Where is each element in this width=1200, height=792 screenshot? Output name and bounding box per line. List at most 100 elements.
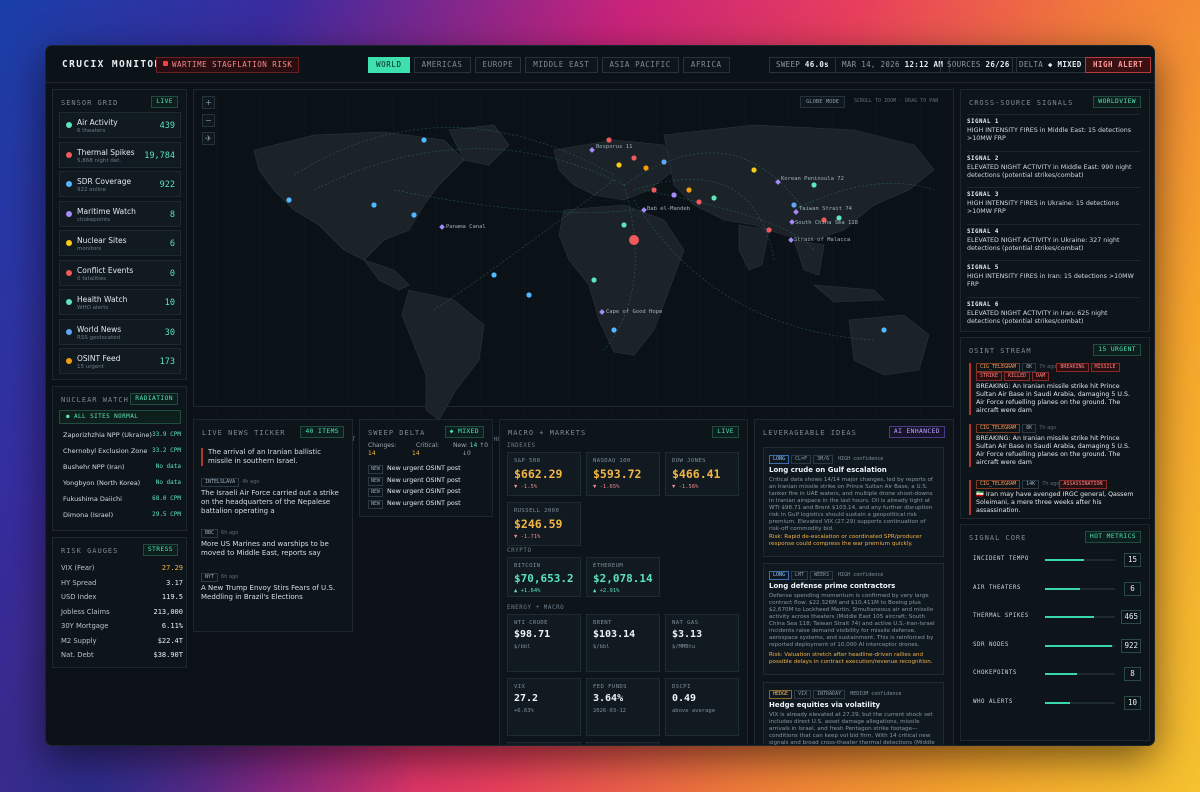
delta-new-value: 14: [469, 442, 478, 449]
risk-gauge-row: M2 Supply $22.4T: [61, 637, 183, 645]
tab-middle-east[interactable]: MIDDLE EAST: [525, 57, 598, 73]
market-card[interactable]: NASDAQ 100 $593.72 ▼ -1.65%: [586, 452, 660, 496]
world-map[interactable]: Bosporus 11 Korean Peninsula 72 Taiwan S…: [194, 90, 953, 430]
delta-row[interactable]: NEW New urgent OSINT post: [368, 476, 488, 488]
idea-card[interactable]: LONG CL=F 3M/6 HIGH confidence Long crude on…: [763, 447, 944, 557]
signal-item[interactable]: SIGNAL 4 ELEVATED NIGHT ACTIVITY in Ukrai…: [967, 223, 1140, 253]
market-card[interactable]: NAT GAS $3.13 $/MMBtu: [665, 614, 739, 672]
sensor-status-dot-icon: [66, 181, 72, 187]
sensor-row[interactable]: Maritime Watch chokepoints 8: [59, 200, 181, 227]
world-map-panel[interactable]: Bosporus 11 Korean Peninsula 72 Taiwan S…: [193, 89, 954, 443]
signal-item[interactable]: SIGNAL 6 ELEVATED NIGHT ACTIVITY in Iran:…: [967, 296, 1140, 326]
news-item[interactable]: INTELSLAVA 4h ago The Israeli Air Force ca…: [201, 477, 341, 516]
thermal-marker: [696, 199, 702, 205]
sensor-row[interactable]: Air Activity 6 theaters 439: [59, 112, 181, 138]
osint-title: OSINT STREAM: [969, 347, 1032, 355]
market-card-label: DOW JONES: [672, 458, 706, 464]
tab-asia-pacific[interactable]: ASIA PACIFIC: [601, 57, 679, 73]
sensor-status-dot-icon: [66, 240, 72, 246]
market-card[interactable]: CPI MOM: [507, 742, 581, 745]
signal-body: ELEVATED NIGHT ACTIVITY in Ukraine: 327 …: [967, 236, 1120, 252]
globe-mode-button[interactable]: GLOBE MODE: [800, 96, 846, 108]
osint-item[interactable]: CIG_TELEGRAM 14K 7h ago ASSASSINATION 🇮🇷 Ira…: [969, 480, 1136, 515]
risk-gauge-row: USD Index 119.5: [61, 593, 183, 601]
market-card[interactable]: UNEMPLOYMENT: [586, 742, 660, 745]
sensor-subtext: RSS geolocated: [77, 334, 121, 341]
high-alert-button[interactable]: HIGH ALERT: [1085, 57, 1152, 73]
tab-europe[interactable]: EUROPE: [474, 57, 522, 73]
sensor-row[interactable]: World News RSS geolocated 30: [59, 318, 181, 345]
idea-tag: LONG: [769, 455, 790, 464]
map-airplane-icon[interactable]: ✈: [202, 132, 215, 145]
osint-count: 8K: [1022, 363, 1037, 372]
sdr-marker: [881, 327, 887, 333]
delta-row[interactable]: NEW New urgent OSINT post: [368, 499, 488, 511]
sensor-name: SDR Coverage: [77, 177, 132, 186]
osint-text: BREAKING: An Iranian missile strike hit …: [976, 435, 1130, 466]
sources-value: 26/26: [985, 60, 1010, 69]
nuclear-site-name: Yongbyon (North Korea): [63, 479, 141, 487]
nuclear-site-name: Chernobyl Exclusion Zone: [63, 447, 148, 455]
air-marker: [711, 195, 717, 201]
sensor-row[interactable]: SDR Coverage 922 online 922: [59, 171, 181, 197]
market-card[interactable]: RUSSELL 2000 $246.59 ▼ -1.71%: [507, 502, 581, 546]
sweep-delta-title: SWEEP DELTA: [368, 429, 426, 437]
signal-core-value: 10: [1124, 695, 1141, 710]
sensor-row[interactable]: OSINT Feed 15 urgent 173: [59, 348, 181, 374]
sensor-subtext: 15 urgent: [77, 364, 104, 370]
signal-item[interactable]: SIGNAL 3 HIGH INTENSITY FIRES in Ukraine:…: [967, 187, 1140, 216]
signal-title: SIGNAL 5: [967, 265, 999, 271]
market-card[interactable]: DOW JONES $466.41 ▼ -1.56%: [665, 452, 739, 496]
news-item[interactable]: BBC 6h ago More US Marines and warships to…: [201, 528, 341, 558]
sdr-marker: [371, 202, 377, 208]
signal-item[interactable]: SIGNAL 1 HIGH INTENSITY FIRES in Middle E…: [967, 114, 1140, 143]
market-card[interactable]: BRENT $103.14 $/bbl: [586, 614, 660, 672]
sensor-value: 19,784: [144, 150, 175, 161]
market-card[interactable]: WTI CRUDE $98.71 $/bbl: [507, 614, 581, 672]
market-card[interactable]: S&P 500 $662.29 ▼ -1.5%: [507, 452, 581, 496]
news-item[interactable]: NYT 6h ago A New Trump Envoy Stirs Fears o…: [201, 572, 341, 602]
osint-item[interactable]: CIG_TELEGRAM 8K 7h ago BREAKING: An Iranian…: [969, 424, 1136, 467]
news-item[interactable]: The arrival of an Iranian ballistic miss…: [201, 448, 341, 466]
signal-item[interactable]: SIGNAL 5 HIGH INTENSITY FIRES in Iran: 15…: [967, 260, 1140, 289]
signal-core-bar-fill: [1045, 559, 1084, 561]
nuclear-site-row: Fukushima Daiichi 68.0 CPM: [63, 495, 181, 503]
market-card[interactable]: BITCOIN $70,653.2 ▲ +1.64%: [507, 557, 581, 597]
osint-marker: [686, 187, 692, 193]
market-card[interactable]: ETHEREUM $2,078.14 ▲ +2.91%: [586, 557, 660, 597]
signal-core-tag: HOT METRICS: [1084, 531, 1141, 543]
market-card-change: ▲ +1.64%: [514, 588, 541, 594]
market-card-change: $/MMBtu: [672, 644, 696, 650]
delta-new-badge: NEW: [368, 499, 384, 509]
tab-americas[interactable]: AMERICAS: [413, 57, 471, 73]
delta-row[interactable]: NEW New urgent OSINT post: [368, 465, 488, 476]
stagflation-alert-pill[interactable]: WARTIME STAGFLATION RISK: [156, 57, 300, 73]
signal-core-bar-fill: [1045, 587, 1080, 590]
osint-tag: MISSILE: [1090, 363, 1120, 372]
osint-item[interactable]: CIG_TELEGRAM 8K 7h ago BREAKING MISSILE STRIK…: [969, 363, 1136, 415]
sensor-row[interactable]: Conflict Events 0 fatalities 0: [59, 259, 181, 286]
market-card-value: 27.2: [514, 693, 539, 704]
nuclear-marker: [616, 162, 622, 168]
market-card-value: $466.41: [672, 467, 721, 481]
idea-card[interactable]: LONG LMT WEEKS HIGH confidence Long defense …: [763, 563, 944, 675]
tab-world[interactable]: WORLD: [368, 57, 410, 73]
map-zoom-out-icon[interactable]: −: [202, 114, 215, 127]
nuclear-marker: [751, 167, 757, 173]
sdr-marker: [491, 272, 497, 278]
map-pan-icon[interactable]: +: [202, 96, 215, 109]
sensor-row[interactable]: Health Watch WHO alerts 10: [59, 289, 181, 315]
sensor-row[interactable]: Nuclear Sites monitors 6: [59, 230, 181, 256]
risk-gauge-value: 6.11%: [161, 622, 183, 630]
idea-card[interactable]: HEDGE VIX INTRADAY MEDIUM confidence Hedge e…: [763, 682, 944, 745]
market-card[interactable]: VIX 27.2 +6.63%: [507, 678, 581, 736]
osint-count: 14K: [1022, 480, 1040, 489]
signal-item[interactable]: SIGNAL 2 ELEVATED NIGHT ACTIVITY in Middl…: [967, 150, 1140, 180]
market-card-change: ▼ -1.65%: [593, 483, 620, 490]
market-card-label: NAT GAS: [672, 620, 699, 626]
tab-africa[interactable]: AFRICA: [682, 57, 730, 73]
sensor-row[interactable]: Thermal Spikes 5,868 night det. 19,784: [59, 141, 181, 168]
market-card[interactable]: DSCPI 0.49 above average: [665, 678, 739, 736]
delta-row[interactable]: NEW New urgent OSINT post: [368, 488, 488, 499]
market-card[interactable]: FED FUNDS 3.64% 2026-03-12: [586, 678, 660, 736]
